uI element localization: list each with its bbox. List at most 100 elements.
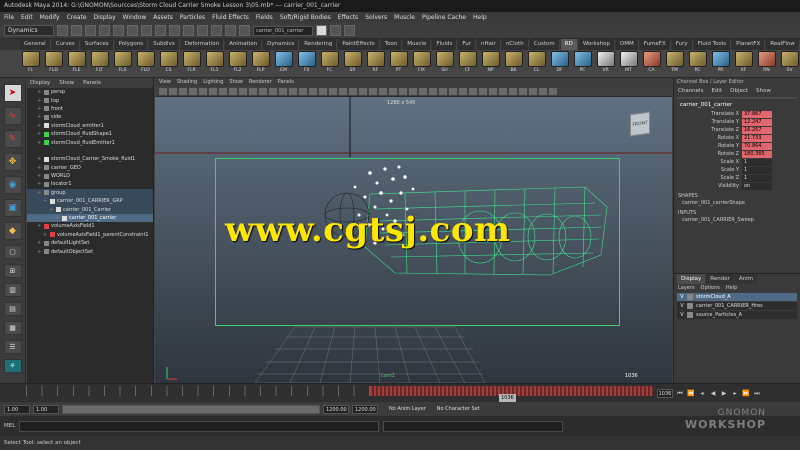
shelf-button[interactable]: NP <box>480 50 501 76</box>
shelf-tab-polygons[interactable]: Polygons <box>114 39 149 50</box>
shelf-tab-muscle[interactable]: Muscle <box>403 39 432 50</box>
menu-assets[interactable]: Assets <box>153 14 173 21</box>
outliner-item[interactable]: + stormCloud_fluidShape1 <box>27 130 153 138</box>
step-forward-icon[interactable]: ▸ <box>731 390 739 398</box>
play-backward-icon[interactable]: ◀ <box>709 390 717 398</box>
shelf-button[interactable]: MT <box>618 50 639 76</box>
save-scene-icon[interactable] <box>85 25 96 36</box>
shelf-tab-fury[interactable]: Fury <box>671 39 693 50</box>
attribute-editor-icon[interactable] <box>330 25 341 36</box>
expand-toggle-icon[interactable]: + <box>37 114 42 120</box>
last-tool-icon[interactable]: ◆ <box>3 222 22 240</box>
shelf-tab-animation[interactable]: Animation <box>225 39 263 50</box>
shelf-button[interactable]: FLO <box>135 50 156 76</box>
snap-curve-icon[interactable] <box>155 25 166 36</box>
channel-row[interactable]: Rotate X 21.733 <box>674 134 800 142</box>
channel-menu-object[interactable]: Object <box>730 86 748 97</box>
shelf-button[interactable]: SV <box>779 50 800 76</box>
viewport-menu-shading[interactable]: Shading <box>177 78 197 87</box>
outliner-item[interactable]: + WORLD <box>27 172 153 180</box>
snap-point-icon[interactable] <box>169 25 180 36</box>
outliner-item[interactable]: + carrier_001_Carrier <box>27 205 153 214</box>
expand-toggle-icon[interactable]: + <box>37 223 42 229</box>
shelf-button[interactable]: FLD <box>43 50 64 76</box>
menu-fields[interactable]: Fields <box>256 14 273 21</box>
viewport-tool-icon[interactable] <box>389 88 397 95</box>
menu-help[interactable]: Help <box>473 14 487 21</box>
menu-file[interactable]: File <box>4 14 14 21</box>
channel-box-object[interactable]: carrier_001_carrier <box>674 100 800 110</box>
command-language-label[interactable]: MEL <box>4 423 15 429</box>
expand-toggle-icon[interactable]: + <box>55 215 60 221</box>
play-forward-icon[interactable]: ▶ <box>720 390 728 398</box>
viewport-tool-icon[interactable] <box>209 88 217 95</box>
shelf-tab-workshop[interactable]: Workshop <box>578 39 615 50</box>
layer-row[interactable]: VstormCloud_A <box>677 293 797 302</box>
layer-menu-options[interactable]: Options <box>701 284 720 293</box>
outliner-menu-panels[interactable]: Panels <box>83 78 101 88</box>
outliner-item[interactable]: + side <box>27 113 153 121</box>
shelf-button[interactable]: PT <box>388 50 409 76</box>
end-time-field[interactable]: 1200.00 <box>352 404 378 414</box>
viewport-tool-icon[interactable] <box>449 88 457 95</box>
outliner-item[interactable]: + front <box>27 105 153 113</box>
menu-window[interactable]: Window <box>123 14 147 21</box>
expand-toggle-icon[interactable]: + <box>37 173 42 179</box>
viewport-tool-icon[interactable] <box>519 88 527 95</box>
outliner-item[interactable] <box>27 147 153 155</box>
outliner-item[interactable]: + carrier_001_CARRIER_GRP <box>27 197 153 206</box>
outliner-item[interactable]: + top <box>27 96 153 104</box>
shelf-tab-general[interactable]: General <box>20 39 51 50</box>
shelf-button[interactable]: SH <box>434 50 455 76</box>
select-hierarchy-icon[interactable] <box>99 25 110 36</box>
lasso-tool-icon[interactable]: ∿ <box>3 107 22 125</box>
shelf-button[interactable]: VR <box>595 50 616 76</box>
menu-edit[interactable]: Edit <box>21 14 33 21</box>
viewport-tool-icon[interactable] <box>539 88 547 95</box>
viewport-tool-icon[interactable] <box>279 88 287 95</box>
channel-row[interactable]: Scale Z1 <box>674 174 800 182</box>
select-tool-icon[interactable]: ➤ <box>3 84 22 102</box>
shelf-tab-fumefx[interactable]: FumeFX <box>639 39 671 50</box>
outliner-item[interactable]: + group <box>27 188 153 198</box>
time-slider[interactable]: 1036 1036 ⏮ ⏪ ◂ ◀ ▶ ▸ ⏩ ⏭ <box>0 383 800 402</box>
shelf-button[interactable]: FL1 <box>204 50 225 76</box>
menu-create[interactable]: Create <box>67 14 87 21</box>
channel-row[interactable]: Translate X 37.867 <box>674 110 800 118</box>
scale-tool-icon[interactable]: ▣ <box>3 199 22 217</box>
expand-toggle-icon[interactable]: + <box>37 140 42 146</box>
new-scene-icon[interactable] <box>57 25 68 36</box>
current-frame-field[interactable]: 1036 <box>657 389 673 398</box>
channel-menu-show[interactable]: Show <box>756 86 771 97</box>
shelf-button[interactable]: DF <box>549 50 570 76</box>
shelf-button[interactable]: BK <box>503 50 524 76</box>
shelf-tab-custom[interactable]: Custom <box>529 39 560 50</box>
outliner-item[interactable]: + carrier_GEO <box>27 164 153 172</box>
shelf-tab-painteffects[interactable]: PaintEffects <box>338 39 380 50</box>
viewport-tool-icon[interactable] <box>479 88 487 95</box>
viewport-tool-icon[interactable] <box>169 88 177 95</box>
character-set-label[interactable]: No Character Set <box>437 406 480 412</box>
shelf-button[interactable]: EM <box>273 50 294 76</box>
shelf-button[interactable]: RC <box>687 50 708 76</box>
shelf-button[interactable]: CF <box>457 50 478 76</box>
shelf-button[interactable]: PR <box>710 50 731 76</box>
layer-color-swatch[interactable] <box>687 303 693 309</box>
channel-menu-edit[interactable]: Edit <box>711 86 722 97</box>
shelf-button[interactable]: FL <box>20 50 41 76</box>
expand-toggle-icon[interactable]: + <box>37 89 42 95</box>
channel-row[interactable]: Scale Y1 <box>674 166 800 174</box>
viewport-tool-icon[interactable] <box>329 88 337 95</box>
expand-toggle-icon[interactable]: + <box>49 207 54 213</box>
layer-menu-layers[interactable]: Layers <box>678 284 695 293</box>
viewport-tool-icon[interactable] <box>459 88 467 95</box>
viewport-tool-icon[interactable] <box>269 88 277 95</box>
channel-value[interactable]: 1 <box>742 158 772 166</box>
move-tool-icon[interactable]: ✥ <box>3 153 22 171</box>
channel-value[interactable]: 70.864 <box>742 142 772 150</box>
shelf-button[interactable]: RN <box>756 50 777 76</box>
viewport-tool-icon[interactable] <box>469 88 477 95</box>
playback-start-field[interactable]: 1.00 <box>33 404 59 414</box>
3d-scene[interactable]: 1280 x 545 FRONT www.cgtsj.com cam1 1036 <box>155 97 672 383</box>
go-to-end-icon[interactable]: ⏭ <box>753 390 761 398</box>
